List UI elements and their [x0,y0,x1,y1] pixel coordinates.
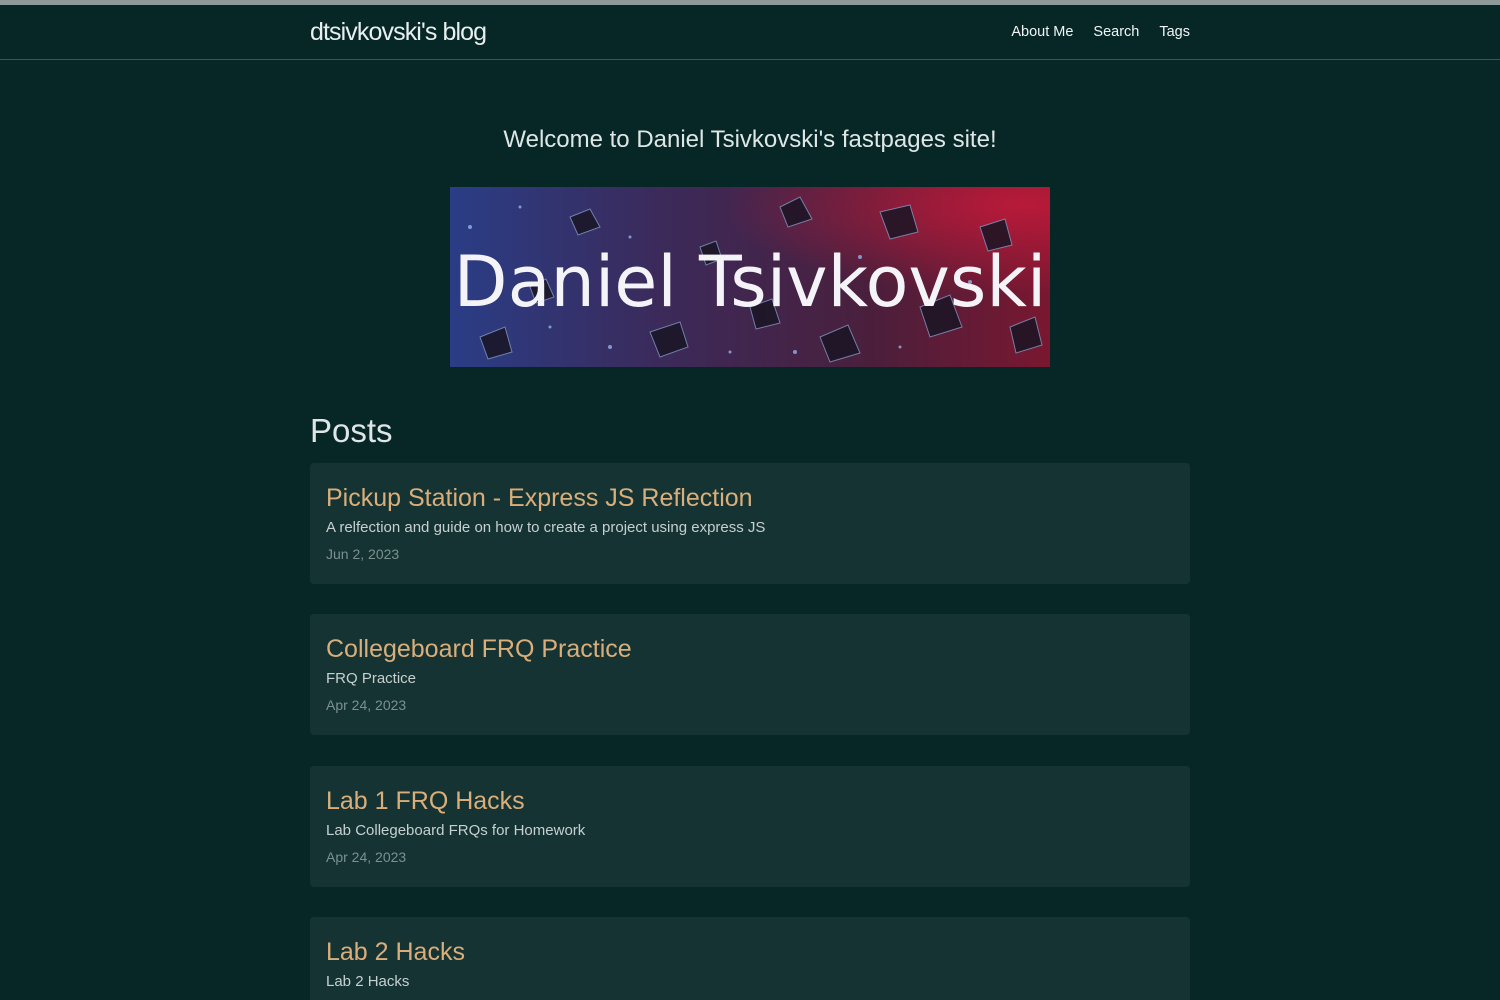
post-card: Lab 2 Hacks Lab 2 Hacks [310,917,1190,1000]
banner-text: Daniel Tsivkovski [454,241,1047,323]
site-title-link[interactable]: dtsivkovski's blog [310,18,487,47]
nav-tags[interactable]: Tags [1159,24,1190,40]
post-description: FRQ Practice [326,670,417,687]
post-title-link[interactable]: Collegeboard FRQ Practice [326,635,632,664]
post-title-link[interactable]: Lab 1 FRQ Hacks [326,787,525,816]
post-date: Jun 2, 2023 [326,546,400,562]
post-description: Lab 2 Hacks [326,973,410,990]
post-date: Apr 24, 2023 [326,697,407,713]
post-date: Apr 24, 2023 [326,849,407,865]
nav-about-me[interactable]: About Me [1011,24,1073,40]
welcome-text: Welcome to Daniel Tsivkovski's fastpages… [503,126,997,153]
site-nav: About Me Search Tags [1011,24,1190,40]
post-title-link[interactable]: Pickup Station - Express JS Reflection [326,484,753,513]
site-header: dtsivkovski's blog About Me Search Tags [0,5,1500,60]
nav-search[interactable]: Search [1093,24,1139,40]
post-title-link[interactable]: Lab 2 Hacks [326,938,465,967]
banner-image: Daniel Tsivkovski [450,187,1050,367]
posts-heading: Posts [310,412,393,449]
post-card: Collegeboard FRQ Practice FRQ Practice A… [310,614,1190,735]
post-card: Pickup Station - Express JS Reflection A… [310,463,1190,584]
post-description: Lab Collegeboard FRQs for Homework [326,822,586,839]
post-card: Lab 1 FRQ Hacks Lab Collegeboard FRQs fo… [310,766,1190,887]
post-description: A relfection and guide on how to create … [326,519,766,536]
